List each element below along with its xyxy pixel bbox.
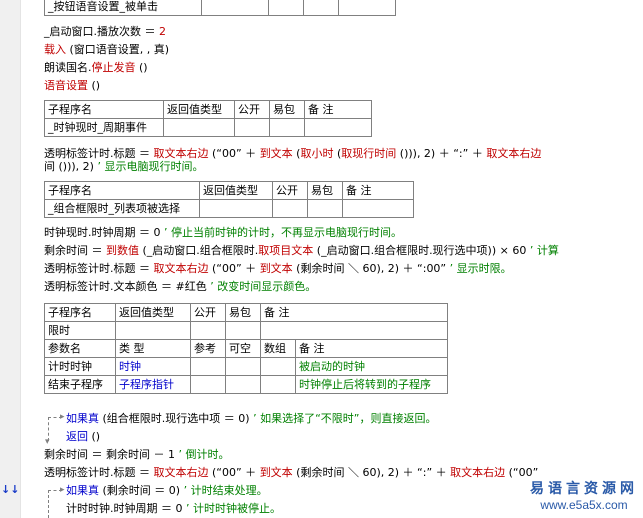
param-row[interactable]: 计时时钟 时钟 被启动的时钟 bbox=[44, 357, 448, 376]
code-line-play-count[interactable]: _启动窗口.播放次数 ＝ 2 bbox=[44, 23, 166, 41]
code-line-if-time-up[interactable]: 如果真 (剩余时间 ＝ 0) ’ 计时结束处理。 bbox=[66, 482, 268, 500]
subroutine-table-partial: _按钮语音设置_被单击 bbox=[44, 0, 396, 16]
code-line-clock-title-cont[interactable]: 间 ())), 2) ’ 显示电脑现行时间。 bbox=[44, 158, 203, 176]
site-watermark-logo: 易语言资源网 www.e5a5x.com bbox=[530, 481, 638, 512]
subroutine-table-limit: 子程序名 返回值类型 公开 易包 备 注 限时 参数名 类 型 参考 可空 数组… bbox=[44, 303, 448, 394]
breakpoint-arrows-icon[interactable]: ↓↓ bbox=[1, 484, 19, 495]
code-line-stop-speech[interactable]: 朗读国名.停止发音 () bbox=[44, 59, 148, 77]
subroutine-table-combo: 子程序名 返回值类型 公开 易包 备 注 _组合框限时_列表项被选择 bbox=[44, 181, 414, 218]
code-line-show-limit[interactable]: 透明标签计时.标题 ＝ 取文本右边 (“00” ＋ 到文本 (剩余时间 ＼ 60… bbox=[44, 260, 512, 278]
code-line-load[interactable]: 载入 (窗口语音设置, , 真) bbox=[44, 41, 169, 59]
flow-arrow-icon: ▸ bbox=[60, 412, 65, 422]
subroutine-name-cell[interactable]: _按钮语音设置_被单击 bbox=[44, 0, 202, 16]
code-line-voice-setting[interactable]: 语音设置 () bbox=[44, 77, 100, 95]
code-line-stop-timer[interactable]: 计时时钟.时钟周期 ＝ 0 ’ 计时时钟被停止。 bbox=[66, 500, 281, 518]
flow-line bbox=[48, 490, 49, 518]
editor-gutter bbox=[0, 0, 21, 518]
code-line-countdown[interactable]: 剩余时间 ＝ 剩余时间 － 1 ’ 倒计时。 bbox=[44, 446, 229, 464]
subroutine-name-cell[interactable]: _时钟现时_周期事件 bbox=[44, 118, 164, 137]
subroutine-name-cell[interactable]: 限时 bbox=[44, 321, 116, 340]
code-editor[interactable]: _按钮语音设置_被单击 _启动窗口.播放次数 ＝ 2 载入 (窗口语音设置, ,… bbox=[44, 0, 643, 518]
code-line-return[interactable]: 返回 () bbox=[66, 428, 100, 446]
code-line-remaining-time[interactable]: 剩余时间 ＝ 到数值 (_启动窗口.组合框限时.取项目文本 (_启动窗口.组合框… bbox=[44, 242, 559, 260]
code-line-text-color[interactable]: 透明标签计时.文本颜色 ＝ #红色 ’ 改变时间显示颜色。 bbox=[44, 278, 316, 296]
param-row[interactable]: 结束子程序 子程序指针 时钟停止后将转到的子程序 bbox=[44, 375, 448, 394]
code-line-title-update[interactable]: 透明标签计时.标题 ＝ 取文本右边 (“00” ＋ 到文本 (剩余时间 ＼ 60… bbox=[44, 464, 538, 482]
code-line-stop-clock[interactable]: 时钟现时.时钟周期 ＝ 0 ’ 停止当前时钟的计时，不再显示电脑现行时间。 bbox=[44, 224, 402, 242]
flow-arrow-icon: ▸ bbox=[60, 485, 65, 495]
code-line-if-no-limit[interactable]: 如果真 (组合框限时.现行选中项 ＝ 0) ’ 如果选择了“不限时”，则直接返回… bbox=[66, 410, 436, 428]
subroutine-name-cell[interactable]: _组合框限时_列表项被选择 bbox=[44, 199, 200, 218]
subroutine-table-clock: 子程序名 返回值类型 公开 易包 备 注 _时钟现时_周期事件 bbox=[44, 100, 372, 137]
